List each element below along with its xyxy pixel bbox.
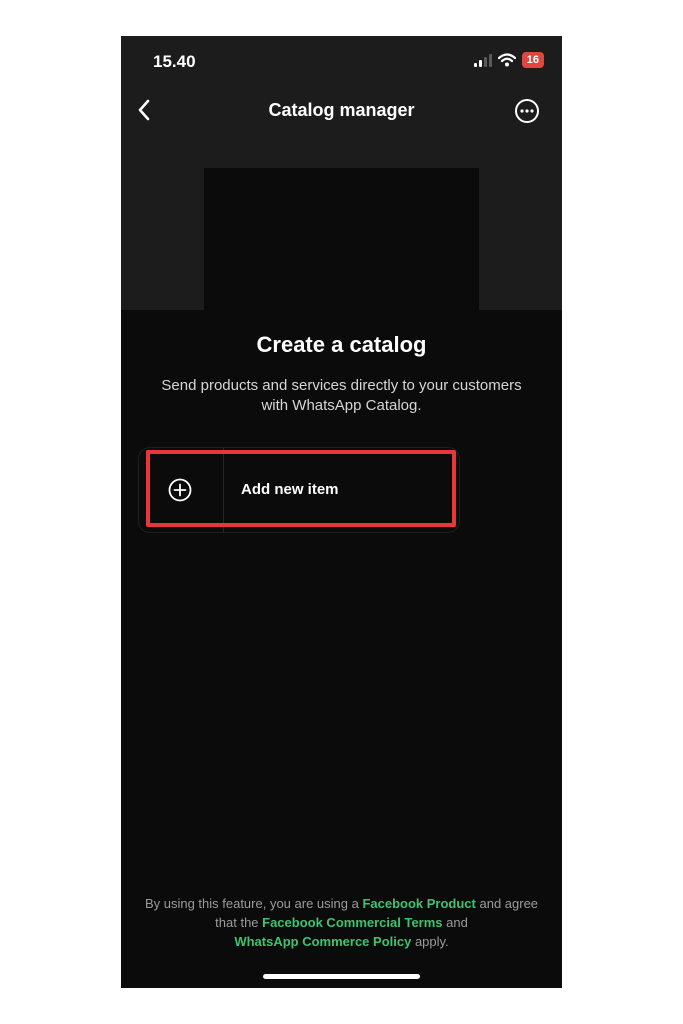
add-new-item-label: Add new item — [241, 481, 339, 498]
status-icons: 16 — [473, 52, 544, 68]
terms-text: By using this feature, you are using a — [144, 896, 363, 911]
catalog-description-line1: Send products and services directly to y… — [161, 377, 522, 394]
more-options-icon[interactable] — [514, 98, 540, 124]
catalog-hero-banner — [121, 134, 562, 310]
plus-circle-icon — [168, 478, 192, 502]
signal-icon — [473, 53, 492, 67]
wifi-icon — [497, 53, 516, 67]
facebook-product-link[interactable]: Facebook Product — [362, 896, 475, 911]
terms-text: and — [442, 915, 468, 930]
create-catalog-heading: Create a catalog — [256, 332, 427, 357]
phone-screen: 15.40 16 Catalog manager Create a catalo… — [121, 36, 562, 988]
nav-bar: Catalog manager — [121, 86, 562, 134]
add-new-item-button[interactable]: Add new item — [138, 447, 460, 533]
terms-line-2: that the Facebook Commercial Terms and — [121, 913, 562, 932]
terms-text: and agree — [475, 896, 539, 911]
catalog-description-line2: with WhatsApp Catalog. — [261, 397, 422, 414]
terms-footer: By using this feature, you are using a F… — [121, 894, 562, 951]
whatsapp-commerce-policy-link[interactable]: WhatsApp Commerce Policy — [234, 934, 411, 949]
catalog-description: Send products and services directly to y… — [139, 376, 544, 416]
terms-line-3: WhatsApp Commerce Policy apply. — [121, 932, 562, 951]
battery-icon: 16 — [521, 52, 544, 68]
add-item-icon-cell — [139, 448, 224, 532]
hero-image-placeholder — [204, 168, 479, 310]
terms-text: apply. — [411, 934, 449, 949]
terms-line-1: By using this feature, you are using a F… — [121, 894, 562, 913]
terms-text: that the — [215, 915, 263, 930]
home-indicator[interactable] — [263, 974, 420, 979]
facebook-commercial-terms-link[interactable]: Facebook Commercial Terms — [262, 915, 442, 930]
status-bar: 15.40 16 — [121, 36, 562, 86]
page-title: Catalog manager — [268, 100, 415, 120]
status-time: 15.40 — [153, 52, 196, 71]
